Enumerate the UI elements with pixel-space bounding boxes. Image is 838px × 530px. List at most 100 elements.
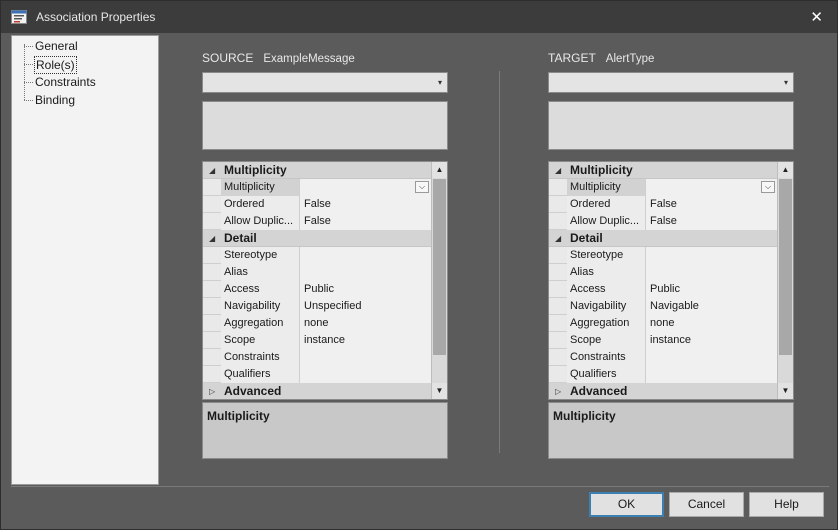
- property-value[interactable]: [300, 264, 431, 281]
- expand-icon[interactable]: ◢: [555, 230, 561, 247]
- source-notes-field[interactable]: [202, 101, 448, 150]
- tree-item-label: Role(s): [34, 56, 77, 74]
- property-value[interactable]: False: [300, 196, 431, 213]
- property-row-constraints[interactable]: Constraints: [203, 349, 431, 366]
- source-element-name: ExampleMessage: [263, 53, 355, 65]
- property-value[interactable]: [646, 366, 777, 383]
- panel-divider: [499, 71, 500, 453]
- property-value[interactable]: Navigable: [646, 298, 777, 315]
- property-row-ordered[interactable]: Ordered False: [203, 196, 431, 213]
- close-icon[interactable]: ✕: [810, 8, 823, 26]
- property-value[interactable]: [300, 366, 431, 383]
- description-title: Multiplicity: [553, 409, 616, 423]
- property-name: Allow Duplic...: [221, 213, 300, 230]
- help-button[interactable]: Help: [749, 492, 824, 517]
- category-advanced[interactable]: ▷ Advanced: [549, 383, 777, 399]
- chevron-down-icon[interactable]: ⌵: [415, 181, 429, 193]
- property-value[interactable]: none: [646, 315, 777, 332]
- property-value[interactable]: instance: [300, 332, 431, 349]
- property-row-qualifiers[interactable]: Qualifiers: [549, 366, 777, 383]
- property-row-allow-duplicates[interactable]: Allow Duplic... False: [549, 213, 777, 230]
- property-name: Scope: [221, 332, 300, 349]
- property-value[interactable]: Public: [300, 281, 431, 298]
- property-row-allow-duplicates[interactable]: Allow Duplic... False: [203, 213, 431, 230]
- property-value[interactable]: [646, 247, 777, 264]
- property-name: Ordered: [221, 196, 300, 213]
- category-label: Detail: [224, 231, 257, 245]
- property-row-alias[interactable]: Alias: [203, 264, 431, 281]
- scroll-thumb[interactable]: [779, 179, 792, 355]
- property-value[interactable]: [646, 349, 777, 366]
- property-value[interactable]: ⌵: [300, 179, 431, 196]
- property-name: Multiplicity: [221, 179, 300, 196]
- property-name: Alias: [221, 264, 300, 281]
- property-value[interactable]: Public: [646, 281, 777, 298]
- expand-icon[interactable]: ◢: [209, 162, 215, 179]
- property-value[interactable]: instance: [646, 332, 777, 349]
- property-name: Navigability: [221, 298, 300, 315]
- property-value[interactable]: [300, 247, 431, 264]
- target-label: TARGET: [548, 51, 596, 65]
- tree-item-label: General: [35, 39, 78, 53]
- target-role-combo[interactable]: ▾: [548, 72, 794, 93]
- property-value[interactable]: [300, 349, 431, 366]
- tree-branch-line: [24, 100, 33, 101]
- category-label: Advanced: [570, 384, 628, 398]
- property-row-stereotype[interactable]: Stereotype: [549, 247, 777, 264]
- property-row-navigability[interactable]: Navigability Unspecified: [203, 298, 431, 315]
- property-value[interactable]: False: [646, 213, 777, 230]
- chevron-down-icon[interactable]: ⌵: [761, 181, 775, 193]
- category-multiplicity[interactable]: ◢ Multiplicity: [549, 162, 777, 179]
- property-value[interactable]: [646, 264, 777, 281]
- property-row-aggregation[interactable]: Aggregation none: [549, 315, 777, 332]
- property-name: Allow Duplic...: [567, 213, 646, 230]
- property-name: Stereotype: [567, 247, 646, 264]
- tree-branch-line: [24, 64, 33, 65]
- source-heading: SOURCE ExampleMessage: [202, 51, 355, 65]
- property-row-access[interactable]: Access Public: [203, 281, 431, 298]
- scroll-thumb[interactable]: [433, 179, 446, 355]
- property-value[interactable]: False: [300, 213, 431, 230]
- property-value[interactable]: ⌵: [646, 179, 777, 196]
- collapse-icon[interactable]: ▷: [209, 383, 215, 399]
- category-detail[interactable]: ◢ Detail: [549, 230, 777, 247]
- property-row-ordered[interactable]: Ordered False: [549, 196, 777, 213]
- collapse-icon[interactable]: ▷: [555, 383, 561, 399]
- property-row-multiplicity[interactable]: Multiplicity ⌵: [549, 179, 777, 196]
- property-row-scope[interactable]: Scope instance: [549, 332, 777, 349]
- expand-icon[interactable]: ◢: [209, 230, 215, 247]
- source-role-combo[interactable]: ▾: [202, 72, 448, 93]
- scroll-down-icon[interactable]: ▼: [778, 383, 793, 399]
- category-detail[interactable]: ◢ Detail: [203, 230, 431, 247]
- cancel-button[interactable]: Cancel: [669, 492, 744, 517]
- property-row-qualifiers[interactable]: Qualifiers: [203, 366, 431, 383]
- target-notes-field[interactable]: [548, 101, 794, 150]
- property-row-aggregation[interactable]: Aggregation none: [203, 315, 431, 332]
- source-grid-scrollbar[interactable]: ▲ ▼: [431, 162, 447, 399]
- target-grid-scrollbar[interactable]: ▲ ▼: [777, 162, 793, 399]
- property-value[interactable]: none: [300, 315, 431, 332]
- category-multiplicity[interactable]: ◢ Multiplicity: [203, 162, 431, 179]
- property-name: Access: [567, 281, 646, 298]
- property-row-multiplicity[interactable]: Multiplicity ⌵: [203, 179, 431, 196]
- scroll-up-icon[interactable]: ▲: [432, 162, 447, 178]
- expand-icon[interactable]: ◢: [555, 162, 561, 179]
- property-row-scope[interactable]: Scope instance: [203, 332, 431, 349]
- category-label: Detail: [570, 231, 603, 245]
- scroll-down-icon[interactable]: ▼: [432, 383, 447, 399]
- association-properties-dialog: Association Properties ✕ General Role(s)…: [0, 0, 838, 530]
- category-advanced[interactable]: ▷ Advanced: [203, 383, 431, 399]
- property-row-stereotype[interactable]: Stereotype: [203, 247, 431, 264]
- scroll-up-icon[interactable]: ▲: [778, 162, 793, 178]
- property-value[interactable]: Unspecified: [300, 298, 431, 315]
- property-value[interactable]: False: [646, 196, 777, 213]
- property-row-access[interactable]: Access Public: [549, 281, 777, 298]
- property-row-constraints[interactable]: Constraints: [549, 349, 777, 366]
- property-name: Ordered: [567, 196, 646, 213]
- property-name: Aggregation: [221, 315, 300, 332]
- property-row-navigability[interactable]: Navigability Navigable: [549, 298, 777, 315]
- ok-button[interactable]: OK: [589, 492, 664, 517]
- property-row-alias[interactable]: Alias: [549, 264, 777, 281]
- tree-item-label: Constraints: [35, 75, 96, 89]
- property-name: Constraints: [567, 349, 646, 366]
